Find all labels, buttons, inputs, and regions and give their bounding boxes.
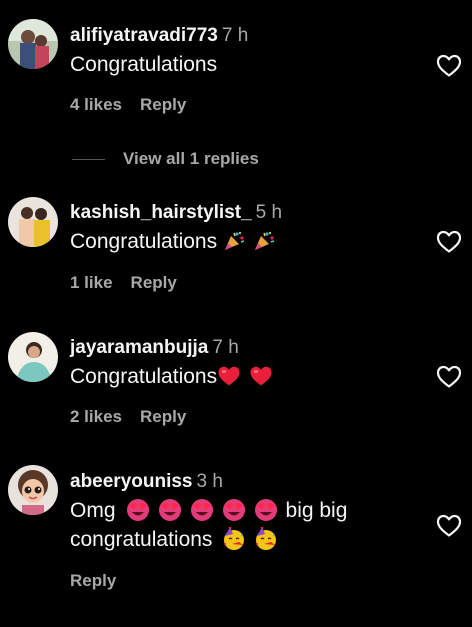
timestamp: 3 h (196, 471, 223, 492)
comment-actions: 4 likes Reply (70, 94, 186, 116)
username[interactable]: kashish_hairstylist_ (70, 202, 252, 223)
comment-text-body: Congratulations (70, 230, 218, 253)
heart-outline-icon[interactable] (436, 365, 462, 389)
comment-text: Congratulations (70, 50, 217, 79)
red-heart-emoji (217, 365, 241, 395)
avatar[interactable] (8, 465, 58, 515)
avatar-photo (8, 465, 58, 515)
divider-line (72, 158, 105, 160)
username[interactable]: abeeryouniss (70, 471, 193, 492)
view-replies-button[interactable]: View all 1 replies (72, 148, 259, 170)
likes-count[interactable]: 2 likes (70, 407, 122, 426)
heart-outline-icon[interactable] (436, 514, 462, 538)
party-popper-emoji (253, 230, 275, 260)
view-replies-label: View all 1 replies (123, 149, 259, 168)
avatar[interactable] (8, 197, 58, 247)
timestamp: 7 h (212, 337, 239, 358)
timestamp: 5 h (255, 202, 283, 223)
comment-text-second-line: congratulations (70, 528, 213, 551)
avatar[interactable] (8, 19, 58, 69)
comment-text-line2: congratulations (70, 525, 286, 559)
heart-outline-icon[interactable] (436, 54, 462, 78)
likes-count[interactable]: 1 like (70, 273, 113, 292)
comment-text-body: Congratulations (70, 53, 218, 76)
reply-button[interactable]: Reply (140, 95, 186, 114)
avatar[interactable] (8, 332, 58, 382)
partying-face-emoji (254, 526, 278, 559)
avatar-photo (8, 19, 58, 69)
reply-button[interactable]: Reply (70, 571, 116, 590)
likes-count[interactable]: 4 likes (70, 95, 122, 114)
comment-actions: 2 likes Reply (70, 406, 186, 428)
heart-outline-icon[interactable] (436, 230, 462, 254)
timestamp: 7 h (221, 25, 249, 46)
comment-text-body: Congratulations (70, 365, 218, 388)
comment-header: kashish_hairstylist_ 5 h (70, 201, 282, 225)
party-popper-emoji (223, 230, 245, 260)
comment-header: jayaramanbujja 7 h (70, 336, 239, 360)
comment-text-after: big big (285, 499, 348, 522)
avatar-photo (8, 332, 58, 382)
comment-header: alifiyatravadi773 7 h (70, 24, 248, 48)
comment-actions: Reply (70, 570, 116, 592)
reply-button[interactable]: Reply (140, 407, 186, 426)
reply-button[interactable]: Reply (131, 273, 177, 292)
comment-actions: 1 like Reply (70, 272, 177, 294)
comment-text: Congratulations (70, 227, 283, 260)
comment-text: Congratulations (70, 362, 281, 395)
red-heart-emoji (249, 365, 273, 395)
avatar-photo (8, 197, 58, 247)
comment-header: abeeryouniss 3 h (70, 470, 223, 494)
partying-face-emoji (222, 526, 246, 559)
username[interactable]: jayaramanbujja (70, 337, 208, 358)
username[interactable]: alifiyatravadi773 (70, 25, 218, 46)
comment-text-before: Omg (70, 499, 116, 522)
